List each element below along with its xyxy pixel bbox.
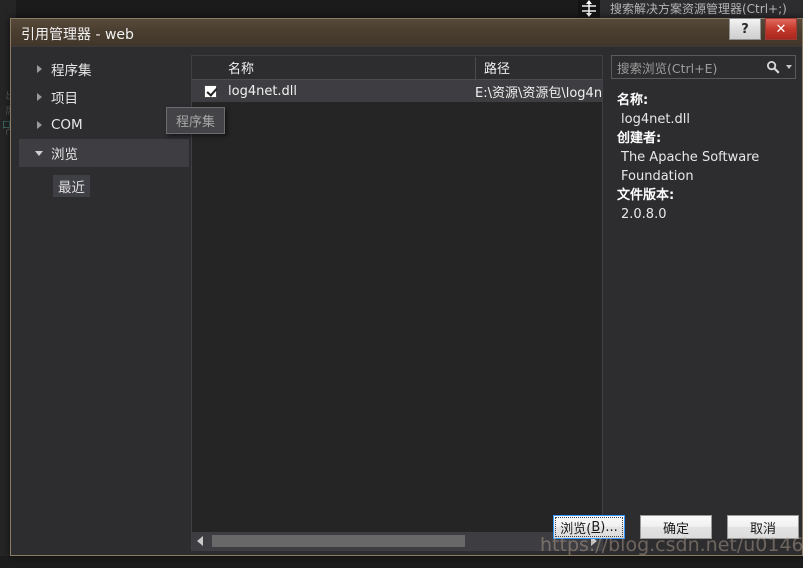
vertical-resize-cursor-icon: [578, 0, 600, 17]
search-placeholder: 搜索浏览(Ctrl+E): [617, 60, 718, 76]
row-checkbox-cell[interactable]: [192, 84, 228, 98]
chevron-right-icon: [31, 89, 47, 105]
chevron-right-icon: [31, 117, 47, 133]
window-controls: ? ✕: [729, 18, 797, 40]
cancel-button[interactable]: 取消: [727, 515, 799, 539]
column-header-name[interactable]: 名称: [192, 58, 475, 77]
checkbox-checked-icon[interactable]: [203, 84, 217, 98]
sidebar-item-label: 浏览: [51, 147, 78, 163]
column-header-path[interactable]: 路径: [476, 58, 602, 77]
list-column-headers: 名称 路径: [192, 56, 602, 80]
search-input[interactable]: 搜索浏览(Ctrl+E): [611, 55, 796, 79]
browse-label-post: )...: [600, 519, 618, 535]
sidebar-item-browse[interactable]: 浏览: [19, 139, 189, 167]
dialog-titlebar: 引用管理器 - web: [11, 19, 802, 47]
row-path: E:\资源\资源包\log4net\: [475, 85, 602, 101]
sidebar-item-assemblies[interactable]: 程序集: [19, 55, 189, 83]
sidebar-item-com[interactable]: COM: [19, 111, 189, 139]
assemblies-tooltip-chip: 程序集: [166, 107, 226, 134]
row-name: log4net.dll: [228, 83, 298, 99]
detail-label-name: 名称:: [617, 93, 649, 108]
reference-list-panel: 名称 路径 log4net.dll E:\资源\资源包\log4net\: [191, 55, 603, 551]
reference-manager-dialog: 引用管理器 - web 程序集 项目 COM 浏览 最近 程序集 名称 路径 l…: [10, 18, 803, 556]
detail-value-version: 2.0.8.0: [621, 207, 667, 222]
close-button[interactable]: ✕: [765, 18, 797, 40]
table-row[interactable]: log4net.dll E:\资源\资源包\log4net\: [192, 80, 602, 102]
category-tree: 程序集 项目 COM 浏览 最近: [19, 55, 189, 525]
list-rows: log4net.dll E:\资源\资源包\log4net\: [192, 80, 602, 524]
search-icon[interactable]: [763, 60, 783, 74]
detail-value-author: The Apache Software: [621, 150, 760, 165]
detail-value-author-cont: Foundation: [621, 169, 694, 184]
sidebar-item-label: COM: [51, 117, 83, 133]
chevron-down-icon: [31, 145, 47, 161]
detail-value-name: log4net.dll: [621, 112, 691, 127]
sidebar-item-label: 项目: [51, 91, 78, 107]
solution-explorer-search-label: 搜索解决方案资源管理器(Ctrl+;): [610, 2, 787, 16]
help-button[interactable]: ?: [729, 18, 761, 40]
chevron-right-icon: [31, 61, 47, 77]
details-panel: 搜索浏览(Ctrl+E) 名称: log4net.dll 创建者: The Ap…: [611, 55, 796, 551]
browse-button[interactable]: 浏览(B)...: [553, 515, 625, 539]
sidebar-item-projects[interactable]: 项目: [19, 83, 189, 111]
dialog-body: 程序集 项目 COM 浏览 最近 程序集 名称 路径 log4net.dll E…: [11, 47, 802, 555]
detail-label-version: 文件版本:: [617, 188, 675, 203]
background-bottom-strip: [0, 556, 803, 568]
browse-label-pre: 浏览(: [560, 521, 592, 537]
detail-label-author: 创建者:: [617, 131, 662, 146]
browse-label-key: B: [591, 519, 601, 535]
background-dark-panel: [0, 0, 600, 18]
ok-button[interactable]: 确定: [640, 515, 712, 539]
sidebar-item-recent[interactable]: 最近: [53, 175, 90, 197]
dialog-title: 引用管理器 - web: [21, 27, 134, 43]
chevron-down-icon[interactable]: [783, 65, 795, 69]
details-list: 名称: log4net.dll 创建者: The Apache Software…: [611, 91, 796, 224]
sidebar-item-label: 程序集: [51, 63, 92, 79]
dialog-footer: 浏览(B)... 确定 取消: [11, 509, 802, 555]
